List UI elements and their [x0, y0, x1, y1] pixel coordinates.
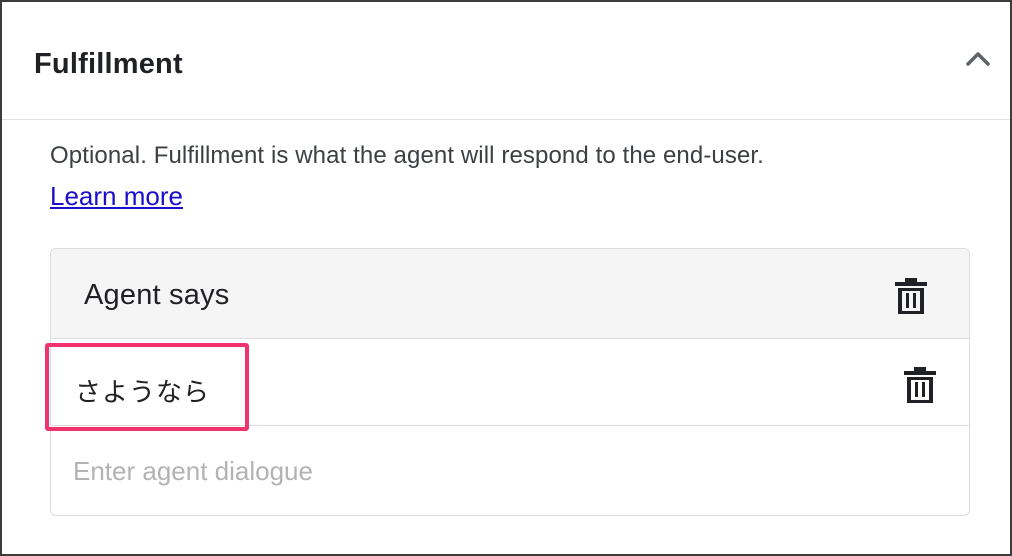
fulfillment-description: Optional. Fulfillment is what the agent … [50, 142, 764, 169]
agent-dialogue-input[interactable] [51, 426, 969, 515]
section-title: Fulfillment [34, 48, 183, 80]
delete-response-trash-icon[interactable] [903, 365, 937, 405]
agent-says-card: Agent says さようなら [50, 248, 970, 516]
chevron-up-icon[interactable] [960, 42, 996, 74]
response-row[interactable]: さようなら [51, 339, 969, 426]
fulfillment-header[interactable]: Fulfillment [2, 2, 1010, 120]
agent-says-header: Agent says [51, 249, 969, 339]
fulfillment-panel: Fulfillment Optional. Fulfillment is wha… [0, 0, 1012, 556]
agent-says-title: Agent says [84, 279, 230, 311]
response-text[interactable]: さようなら [75, 372, 210, 409]
delete-block-trash-icon[interactable] [894, 276, 928, 316]
learn-more-link[interactable]: Learn more [50, 181, 183, 212]
